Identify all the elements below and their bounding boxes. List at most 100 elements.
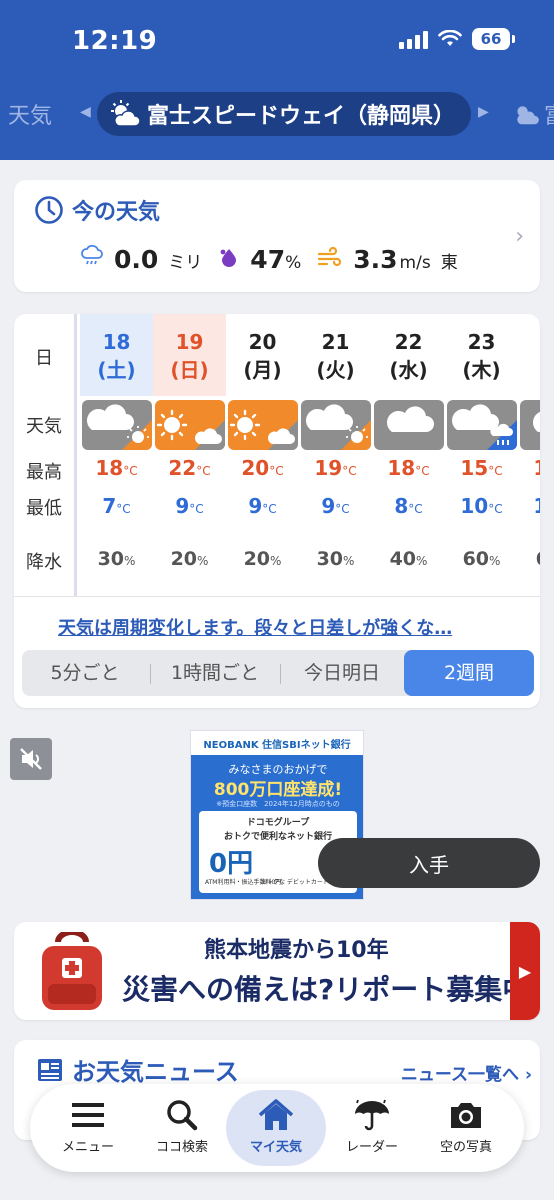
forecast-date: 2(金 [518, 314, 541, 396]
banner-arrow-icon[interactable]: ▶ [510, 922, 540, 1020]
humidity-drop-icon [220, 249, 237, 267]
tab-hourly[interactable]: 1時間ごと [152, 650, 278, 696]
forecast-weekday: (月) [243, 358, 282, 382]
forecast-day-column[interactable]: 23 (木) 15°C 10°C 60% [445, 314, 518, 596]
signal-icon [399, 29, 428, 49]
wind-icon [318, 246, 342, 267]
forecast-day-column[interactable]: 22 (水) 18°C 8°C 40% [372, 314, 445, 596]
humidity-value: 47 [250, 245, 286, 274]
home-icon [258, 1099, 294, 1130]
cloudy-then-sunny-icon [301, 400, 371, 450]
next-location[interactable]: 富 [512, 98, 554, 130]
forecast-day-column[interactable]: 2(金 16°C 11°C 60% [518, 314, 540, 596]
wifi-icon [438, 30, 462, 46]
rain-cloud-icon [81, 244, 103, 265]
sunny-then-cloudy-icon [155, 400, 225, 450]
bottom-navigation: メニュー ココ検索 マイ天気 レーダー 空の写真 [30, 1084, 524, 1172]
camera-icon [451, 1103, 481, 1128]
clock-icon [35, 196, 63, 224]
nav-radar[interactable]: レーダー [322, 1090, 422, 1166]
label-date: 日 [35, 348, 53, 369]
forecast-tabs: 5分ごと 1時間ごと 今日明日 2週間 [22, 650, 534, 696]
forecast-day-column[interactable]: 19 (日) 22°C 9°C 20% [153, 314, 226, 596]
banner-line2: 災害への備えは?リポート募集中 [122, 973, 531, 1006]
label-divider [74, 314, 77, 596]
status-icons: 66 [399, 28, 515, 50]
menu-icon [72, 1103, 104, 1127]
emergency-backpack-icon [42, 932, 102, 1010]
ad-brand: NEOBANK 住信SBIネット銀行 [203, 739, 351, 751]
forecast-date-number: 18 [102, 330, 131, 354]
forecast-day-column[interactable]: 18 (土) 18°C 7°C 30% [80, 314, 153, 596]
current-weather-title: 今の天気 [34, 194, 160, 226]
forecast-weekday: (日) [170, 358, 209, 382]
forecast-low-temp: 8°C [394, 494, 423, 518]
tab-separator [150, 664, 151, 684]
mute-button[interactable] [10, 738, 52, 780]
next-arrow-icon[interactable]: ▶ [478, 104, 489, 120]
app-header: 12:19 66 天気 ◀ 富士スピードウェイ（静岡県） ▶ [0, 0, 554, 160]
chevron-right-icon[interactable]: › [515, 224, 524, 249]
nav-menu[interactable]: メニュー [38, 1090, 138, 1166]
forecast-low-temp: 10°C [460, 494, 503, 518]
current-location-pill[interactable]: 富士スピードウェイ（静岡県） [97, 92, 471, 136]
forecast-date-number: 22 [394, 330, 423, 354]
ad-note: ※預金口座数 2024年12月時点のもの [216, 800, 340, 808]
label-high: 最高 [26, 462, 62, 483]
install-button[interactable]: 入手 [318, 838, 540, 888]
tab-5min[interactable]: 5分ごと [22, 650, 148, 696]
forecast-weekday: (木) [462, 358, 501, 382]
forecast-day-column[interactable]: 20 (月) 20°C 9°C 20% [226, 314, 299, 596]
forecast-weekday: (土) [97, 358, 136, 382]
forecast-weekday: (火) [316, 358, 355, 382]
forecast-rain-chance: 30% [97, 548, 136, 570]
forecast-date: 23 (木) [445, 314, 518, 396]
current-weather-card[interactable]: 今の天気 0.0 ミリ 47 % 3.3 m/s 東 › [14, 180, 540, 292]
disaster-banner[interactable]: 熊本地震から10年 災害への備えは?リポート募集中 ▶ [14, 922, 540, 1020]
location-nav: 天気 ◀ 富士スピードウェイ（静岡県） ▶ 富 [0, 92, 554, 138]
ad-small2: おトクな デビットカード [261, 879, 329, 886]
forecast-date-number: 19 [175, 330, 204, 354]
speaker-muted-icon [20, 748, 42, 770]
cloudy-then-rain-icon [447, 400, 517, 450]
forecast-low-temp: 9°C [321, 494, 350, 518]
prev-arrow-icon[interactable]: ◀ [80, 104, 91, 120]
forecast-date-number: 23 [467, 330, 496, 354]
tab-2weeks[interactable]: 2週間 [404, 650, 534, 696]
forecast-date-number: 21 [321, 330, 350, 354]
forecast-low-temp: 11°C [518, 494, 540, 518]
forecast-date-number: 20 [248, 330, 277, 354]
forecast-summary-link[interactable]: 天気は周期変化します。段々と日差しが強くな… [58, 614, 452, 640]
current-weather-values: 0.0 ミリ 47 % 3.3 m/s 東 [80, 244, 458, 274]
forecast-high-temp: 18°C [387, 456, 430, 480]
forecast-rain-chance: 60% [518, 548, 540, 570]
chevron-right-icon: › [524, 1065, 532, 1085]
forecast-weekday: (水) [389, 358, 428, 382]
nav-my-weather[interactable]: マイ天気 [226, 1090, 326, 1166]
search-icon [167, 1100, 198, 1131]
weekly-forecast-card: 日 天気 最高 最低 降水 18 (土) 18°C 7°C 30% 19 (日) 22°C 9°… [14, 314, 540, 708]
forecast-rain-chance: 20% [170, 548, 209, 570]
label-rain: 降水 [26, 552, 62, 573]
forecast-rain-chance: 30% [316, 548, 355, 570]
wind-value: 3.3 [353, 245, 398, 274]
prev-location[interactable]: 天気 [8, 98, 52, 130]
sunny-then-cloudy-icon [228, 400, 298, 450]
ad-big-text: 0円 [209, 849, 254, 879]
forecast-high-temp: 19°C [314, 456, 357, 480]
tab-today-tomorrow[interactable]: 今日明日 [282, 650, 402, 696]
humidity-unit: % [285, 253, 302, 273]
news-list-link[interactable]: ニュース一覧へ › [401, 1060, 532, 1085]
cloudy-icon [520, 400, 540, 450]
forecast-weekday: (金 [518, 354, 541, 383]
precip-value: 0.0 [114, 245, 159, 274]
forecast-day-column[interactable]: 21 (火) 19°C 9°C 30% [299, 314, 372, 596]
forecast-low-temp: 9°C [248, 494, 277, 518]
label-weather: 天気 [26, 416, 62, 437]
nav-sky-photos[interactable]: 空の写真 [416, 1090, 516, 1166]
forecast-columns[interactable]: 18 (土) 18°C 7°C 30% 19 (日) 22°C 9°C 20% 20 (月) 20°C 9… [80, 314, 540, 596]
nav-search[interactable]: ココ検索 [132, 1090, 232, 1166]
forecast-date: 20 (月) [226, 314, 299, 396]
news-title: お天気ニュース [36, 1052, 239, 1087]
forecast-low-temp: 7°C [102, 494, 131, 518]
